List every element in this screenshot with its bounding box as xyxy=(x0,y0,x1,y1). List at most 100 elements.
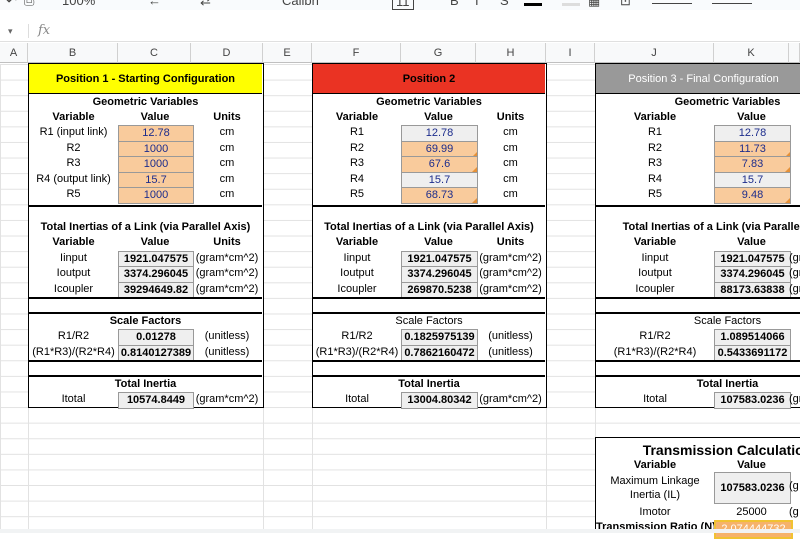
text-color-icon[interactable] xyxy=(524,3,542,6)
units-header: Units xyxy=(213,236,241,248)
value-header: Value xyxy=(737,236,766,248)
variable-label: Icoupler xyxy=(53,283,94,295)
variable-label: R2 xyxy=(647,142,663,154)
variable-label: R3 xyxy=(349,157,365,169)
chevron-down-icon[interactable]: ▾ xyxy=(8,26,13,37)
variable-header: Variable xyxy=(633,459,677,471)
divider xyxy=(596,297,800,299)
variable-label: Iinput xyxy=(60,252,87,264)
value-cell[interactable]: 3374.296045 xyxy=(714,266,791,283)
column-header-l[interactable] xyxy=(789,43,800,63)
variable-label: Icoupler xyxy=(635,283,675,295)
unit-label: (gram*cm^2) xyxy=(195,267,259,279)
inertias-heading: Total Inertias of a Link (via Parallel A… xyxy=(40,221,251,233)
transmission-panel: Transmission Calculation Variable Value … xyxy=(595,437,800,539)
variable-label: R5 xyxy=(349,188,365,200)
variable-label: Ioutput xyxy=(340,267,374,279)
value-cell[interactable]: 0.01278 xyxy=(118,329,194,346)
value-cell[interactable]: 0.1825975139 xyxy=(401,329,478,346)
variable-label: R1/R2 xyxy=(639,330,671,342)
scale-factors-heading: Scale Factors xyxy=(693,315,762,327)
column-header-e[interactable]: E xyxy=(263,43,312,63)
il-label-line1: Maximum Linkage xyxy=(610,475,700,487)
unit-label: (gram*cm^2) xyxy=(479,393,542,405)
variable-label: (R1*R3)/(R2*R4) xyxy=(32,346,115,358)
itotal-value[interactable]: 10574.8449 xyxy=(118,392,194,409)
divider xyxy=(313,205,545,207)
fill-color-icon[interactable] xyxy=(562,3,580,6)
formula-bar[interactable]: ▾ fx xyxy=(0,20,800,42)
value-cell[interactable]: 3374.296045 xyxy=(401,266,478,283)
borders-icon[interactable]: ▦ xyxy=(588,0,600,8)
unit-label: (unitless) xyxy=(204,346,250,358)
unit-label: (g xyxy=(789,480,799,492)
column-header-d[interactable]: D xyxy=(191,43,263,63)
unit-label: cm xyxy=(219,142,235,154)
value-cell[interactable]: 1000 xyxy=(118,156,194,173)
variable-label: R1 xyxy=(349,126,365,138)
variable-label: (R1*R3)/(R2*R4) xyxy=(315,346,399,358)
merge-icon[interactable]: ⊡ xyxy=(620,0,631,8)
unit-label: cm xyxy=(503,126,518,138)
column-header-g[interactable]: G xyxy=(401,43,476,63)
value-header: Value xyxy=(140,111,170,123)
value-cell[interactable]: 12.78 xyxy=(118,125,194,142)
value-cell[interactable]: 12.78 xyxy=(401,125,478,142)
bold-icon[interactable]: B xyxy=(450,0,459,8)
wrap-icon[interactable] xyxy=(712,3,752,4)
itotal-value[interactable]: 107583.0236 xyxy=(714,392,791,409)
total-inertia-heading: Total Inertia xyxy=(114,378,177,390)
value-header: Value xyxy=(737,111,766,123)
italic-icon[interactable]: I xyxy=(475,0,479,8)
variable-label: Iinput xyxy=(343,252,371,264)
value-cell[interactable]: 3374.296045 xyxy=(118,266,194,283)
imotor-value[interactable]: 25000 xyxy=(714,505,789,520)
column-header-c[interactable]: C xyxy=(118,43,191,63)
inertias-heading: Total Inertias of a Link (via Parallel A… xyxy=(324,221,534,233)
value-cell[interactable]: 1000 xyxy=(118,187,194,204)
itotal-value[interactable]: 13004.80342 xyxy=(401,392,478,409)
increase-decimal-icon[interactable]: ⇄ xyxy=(200,0,211,8)
scale-factors-heading: Scale Factors xyxy=(109,315,182,327)
unit-label: cm xyxy=(219,173,235,185)
variable-label: R3 xyxy=(66,157,81,169)
zoom-select[interactable]: 100% xyxy=(62,0,95,8)
column-header-f[interactable]: F xyxy=(312,43,401,63)
fx-icon: fx xyxy=(38,23,51,38)
value-cell[interactable]: 12.78 xyxy=(714,125,791,142)
align-icon[interactable] xyxy=(652,3,692,4)
strikethrough-icon[interactable]: S xyxy=(500,0,509,8)
column-header-i[interactable]: I xyxy=(546,43,595,63)
divider xyxy=(313,297,545,299)
unit-label: cm xyxy=(219,188,235,200)
column-header-j[interactable]: J xyxy=(595,43,714,63)
font-size-field[interactable]: 11 xyxy=(392,0,414,10)
decrease-decimal-icon[interactable]: ← xyxy=(148,0,161,8)
variable-header: Variable xyxy=(633,236,677,248)
column-header-a[interactable]: A xyxy=(0,43,28,63)
variable-header: Variable xyxy=(633,111,677,123)
variable-label: Ioutput xyxy=(56,267,91,279)
variable-label: (R1*R3)/(R2*R4) xyxy=(613,346,697,358)
font-select[interactable]: Calibri xyxy=(282,0,319,8)
units-header: Units xyxy=(496,236,525,248)
column-header-b[interactable]: B xyxy=(28,43,118,63)
unit-label: (unitless) xyxy=(204,330,250,342)
value-header: Value xyxy=(140,236,170,248)
value-cell[interactable]: 1.089514066 xyxy=(714,329,791,346)
divider xyxy=(29,360,262,362)
variable-label: Icoupler xyxy=(337,283,377,295)
column-header-h[interactable]: H xyxy=(476,43,546,63)
toolbar: ↶ ⎙ 100% ← ⇄ Calibri 11 B I S ▦ ⊡ xyxy=(0,0,800,10)
value-cell[interactable]: 67.6 xyxy=(401,156,478,173)
unit-label: cm xyxy=(503,173,518,185)
il-value[interactable]: 107583.0236 xyxy=(714,472,791,504)
print-icon[interactable]: ⎙ xyxy=(24,0,34,8)
column-header-k[interactable]: K xyxy=(714,43,789,63)
value-cell[interactable]: 68.73 xyxy=(401,187,478,204)
unit-label: (gram*cm^2) xyxy=(479,252,542,264)
value-cell[interactable]: 7.83 xyxy=(714,156,791,173)
inertias-heading: Total Inertias of a Link (via Parallel A… xyxy=(622,221,800,233)
value-cell[interactable]: 9.48 xyxy=(714,187,791,204)
undo-icon[interactable]: ↶ xyxy=(6,0,17,8)
